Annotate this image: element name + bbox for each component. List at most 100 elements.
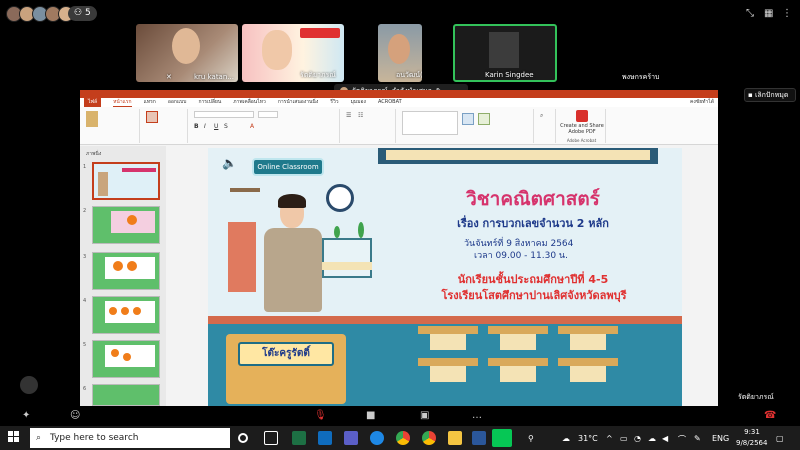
slide-thumbnail[interactable]	[92, 162, 160, 200]
more-icon[interactable]: …	[472, 410, 482, 421]
new-slide-icon[interactable]	[146, 111, 158, 123]
shapes-gallery[interactable]	[402, 111, 458, 135]
task-view-icon[interactable]	[264, 431, 278, 445]
student-chair	[500, 366, 536, 382]
paste-icon[interactable]	[86, 111, 98, 127]
participant-name: อนวัฒน์(น้องฟลัด)	[396, 71, 422, 79]
bold-icon[interactable]: B	[194, 123, 199, 130]
chat-icon[interactable]	[20, 376, 38, 394]
unpin-button[interactable]: ▪ เลิกปักหมุด	[744, 88, 796, 102]
emoji-icon[interactable]: ☺	[70, 410, 80, 421]
font-color-icon[interactable]: A	[250, 123, 254, 130]
arrange-icon[interactable]	[462, 113, 474, 125]
tab-animations[interactable]: ภาพเคลื่อนไหว	[233, 98, 266, 107]
weather-icon[interactable]: ☁	[562, 434, 570, 443]
collapse-icon[interactable]: ⤡	[746, 8, 754, 19]
excel-icon[interactable]	[292, 431, 306, 445]
font-name-field[interactable]	[194, 111, 254, 118]
volume-icon[interactable]: ◀	[662, 434, 668, 443]
edge-icon[interactable]	[370, 431, 384, 445]
word-icon[interactable]	[472, 431, 486, 445]
chevron-up-icon[interactable]: ^	[606, 434, 613, 443]
pen-icon[interactable]: ✎	[694, 434, 701, 443]
numbering-icon[interactable]: ☷	[358, 112, 363, 119]
tab-home[interactable]: หน้าแรก	[113, 98, 132, 107]
participant-video	[388, 34, 410, 64]
tab-slideshow[interactable]: การนำเสนองานนิ่ง	[278, 98, 318, 107]
speaker-icon[interactable]: 🔈	[222, 156, 237, 170]
student-desk	[418, 358, 478, 366]
adobe-pdf-icon[interactable]	[576, 110, 588, 122]
tab-view[interactable]: มุมมอง	[351, 98, 366, 107]
participant-tile[interactable]: ✕ kru katan...	[136, 24, 238, 82]
slide-thumbnail[interactable]	[92, 384, 160, 406]
grid-view-icon[interactable]: ▦	[764, 8, 773, 19]
account-label[interactable]: คงชัยทำได้	[690, 98, 718, 107]
people-icon[interactable]: ⚲	[528, 434, 534, 443]
chrome-icon[interactable]	[396, 431, 410, 445]
editing-group[interactable]: ⌕	[536, 109, 556, 143]
notifications-icon[interactable]: ▢	[776, 434, 784, 443]
sparkle-icon[interactable]: ✦	[22, 410, 30, 421]
orange-icon	[109, 307, 117, 315]
participant-name[interactable]: พงษกรคร้าบ	[622, 72, 659, 83]
italic-icon[interactable]: I	[204, 123, 206, 130]
student-desk	[558, 326, 618, 334]
clipboard-group[interactable]	[82, 109, 140, 143]
network-icon[interactable]: ◔	[634, 434, 641, 443]
mail-icon[interactable]	[318, 431, 332, 445]
participant-tile-active-speaker[interactable]: Karin Singdee	[453, 24, 557, 82]
strikethrough-icon[interactable]: S	[224, 123, 228, 130]
tab-file[interactable]: ไฟล์	[84, 98, 102, 107]
font-size-field[interactable]	[258, 111, 278, 118]
font-group[interactable]: B I U S A	[190, 109, 340, 143]
paragraph-group[interactable]: ☰ ☷	[342, 109, 396, 143]
wall-shelf	[230, 188, 260, 192]
student-desk	[418, 326, 478, 334]
hang-up-icon[interactable]: ☎	[764, 410, 776, 421]
chrome-icon[interactable]	[422, 431, 436, 445]
store-icon[interactable]	[344, 431, 358, 445]
clock-date[interactable]: 9/8/2564	[736, 439, 767, 447]
tab-design[interactable]: ออกแบบ	[168, 98, 187, 107]
find-icon[interactable]: ⌕	[540, 112, 543, 120]
weather-temp[interactable]: 31°C	[578, 434, 598, 443]
slide-thumbnail[interactable]	[92, 340, 160, 378]
slide-thumbnail[interactable]	[92, 296, 160, 334]
taskbar-search-box[interactable]: ⌕ Type here to search	[30, 428, 230, 448]
slides-group[interactable]	[142, 109, 188, 143]
cortana-icon[interactable]	[238, 433, 248, 443]
orange-icon	[123, 353, 131, 361]
create-pdf-button[interactable]: Create and Share Adobe PDF	[558, 123, 606, 135]
participant-count-badge[interactable]: ⚇ 5	[68, 6, 97, 21]
participant-tile[interactable]: อนวัฒน์(น้องฟลัด)	[378, 24, 422, 82]
battery-icon[interactable]: ▭	[620, 434, 628, 443]
wifi-icon[interactable]: ⌒	[678, 434, 686, 445]
more-options-icon[interactable]: ⋮	[782, 8, 792, 19]
bullets-icon[interactable]: ☰	[346, 112, 351, 119]
line-app-icon[interactable]	[492, 429, 512, 447]
language-indicator[interactable]: ENG	[712, 434, 729, 443]
underline-icon[interactable]: U	[214, 123, 218, 130]
mic-muted-icon[interactable]: 🎙	[314, 410, 327, 421]
participant-tile[interactable]: รัตติยาภรณ์	[242, 24, 344, 82]
tab-transitions[interactable]: การเปลี่ยน	[198, 98, 221, 107]
file-explorer-icon[interactable]	[448, 431, 462, 445]
drawing-group[interactable]	[398, 109, 534, 143]
onedrive-icon[interactable]: ☁	[648, 434, 656, 443]
tab-acrobat[interactable]: ACROBAT	[378, 98, 402, 107]
classroom-rail	[208, 316, 682, 324]
clock-time[interactable]: 9:31	[740, 428, 764, 436]
slide-thumbnail[interactable]	[92, 252, 160, 290]
participant-avatars[interactable]	[6, 6, 74, 22]
online-classroom-badge: Online Classroom	[252, 158, 324, 176]
slide-thumbnail[interactable]	[92, 206, 160, 244]
windows-start-icon[interactable]	[8, 431, 20, 443]
share-screen-icon[interactable]: ▣	[420, 410, 429, 421]
camera-icon[interactable]: ■	[366, 410, 375, 421]
tab-insert[interactable]: แทรก	[144, 98, 156, 107]
slide-canvas[interactable]: 🔈 Online Classroom วิชาคณิตศาสตร์ เรื่อง…	[208, 148, 682, 406]
quick-styles-icon[interactable]	[478, 113, 490, 125]
tab-review[interactable]: รีวิว	[330, 98, 338, 107]
bookshelf	[228, 222, 256, 292]
